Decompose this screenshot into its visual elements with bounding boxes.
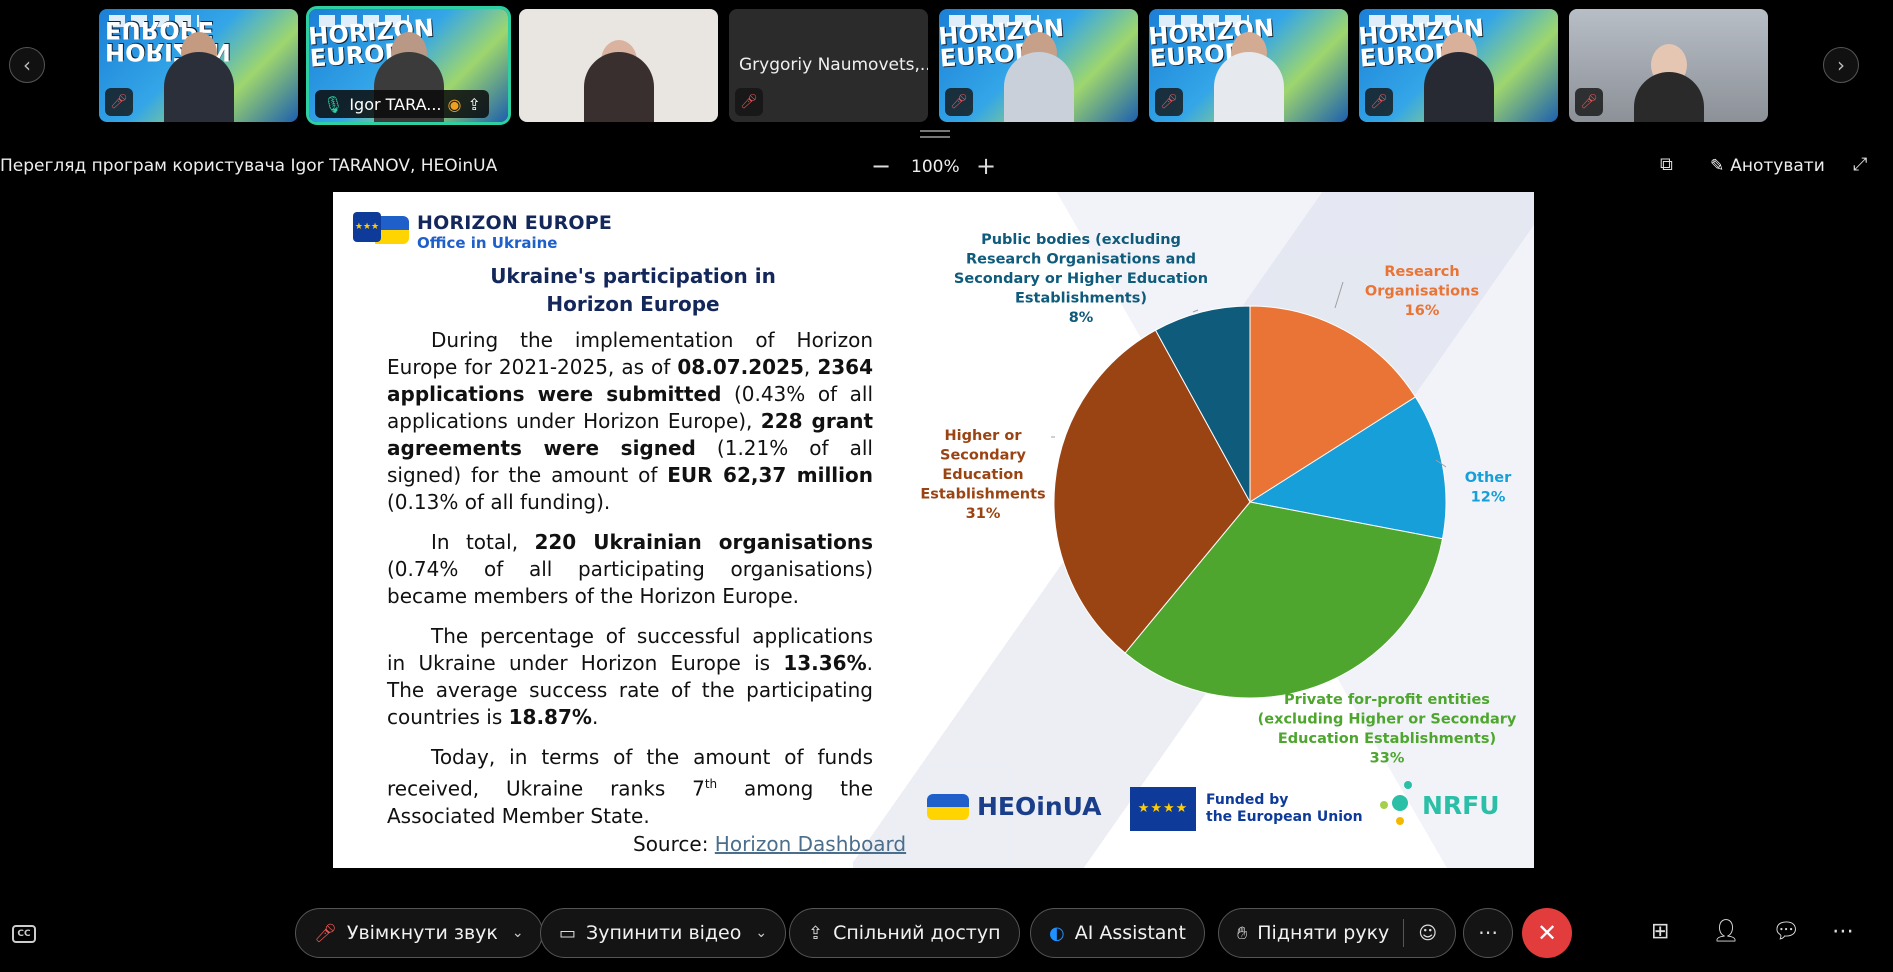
participant-strip: ‹ HORIZON EUROPE 🎤︎ HORIZON EUROPE 🎙︎ Ig… xyxy=(0,0,1893,130)
screen-share-toolbar: Перегляд програм користувача Igor TARANO… xyxy=(0,150,1893,184)
hand-icon: ✋︎ xyxy=(1237,922,1248,944)
participation-pie-chart: Research Organisations 16% Other 12% Private … xyxy=(920,232,1517,767)
participant-video xyxy=(1213,52,1284,122)
participant-tile[interactable]: HORIZON EUROPE 🎤︎ xyxy=(1359,9,1558,122)
mic-muted-icon: 🎤︎ xyxy=(1365,88,1393,116)
participant-video xyxy=(1633,72,1704,122)
apps-icon[interactable]: ⊞ xyxy=(1651,919,1669,944)
share-button[interactable]: ⇪ Спільний доступ xyxy=(789,908,1020,958)
unmute-button[interactable]: 🎤︎ Увімкнути звук ⌄ xyxy=(295,908,543,958)
pie-slice-label: Private for-profit entities (excluding Hi… xyxy=(1258,692,1517,767)
chat-icon[interactable]: 💬︎ xyxy=(1772,919,1800,944)
mic-muted-icon: 🎤︎ xyxy=(1155,88,1183,116)
heoinua-logo: HEOinUA xyxy=(927,792,1102,821)
cohost-icon: ◉ xyxy=(447,94,462,114)
stop-video-button[interactable]: ▭ Зупинити відео ⌄ xyxy=(540,908,787,958)
fullscreen-icon[interactable]: ⤢ xyxy=(1853,154,1867,175)
captions-icon[interactable]: CC xyxy=(12,925,36,943)
ai-assistant-button[interactable]: ◐ AI Assistant xyxy=(1030,908,1205,958)
annotate-button[interactable]: ✎ Анотувати xyxy=(1710,156,1825,176)
funded-by-eu-logo: ★★★★ Funded by the European Union xyxy=(1130,787,1363,831)
mic-on-icon: 🎙︎ xyxy=(323,94,344,114)
zoom-in-button[interactable]: + xyxy=(976,152,996,180)
participant-tile[interactable] xyxy=(519,9,718,122)
chevron-down-icon[interactable]: ⌄ xyxy=(512,925,524,941)
pie-slice-label: Higher or Secondary Education Establishment… xyxy=(920,428,1045,522)
pie-leader-line xyxy=(1192,309,1199,313)
participant-name: Grygoriy Naumovets,... xyxy=(739,55,928,75)
pie-slice-label: Other 12% xyxy=(1465,470,1512,506)
pen-icon: ✎ xyxy=(1710,156,1725,176)
participants-icon[interactable]: 👤︎ xyxy=(1712,919,1740,944)
reactions-icon[interactable]: ☺ xyxy=(1418,923,1437,944)
eu-flag-icon: ★★★★ xyxy=(1130,787,1196,831)
participant-video xyxy=(583,52,654,122)
participant-video xyxy=(163,52,234,122)
pie-leader-line xyxy=(1334,281,1344,309)
remote-control-icon[interactable]: ⧉ xyxy=(1660,154,1673,175)
participant-name: Igor TARA... xyxy=(349,94,442,114)
mic-muted-icon: 🎤︎ xyxy=(735,88,763,116)
leave-meeting-button[interactable]: ✕ xyxy=(1522,908,1572,958)
share-indicator-icon: ⇪ xyxy=(467,94,481,114)
share-screen-icon: ⇪ xyxy=(808,922,824,944)
more-panels-icon[interactable]: ⋯ xyxy=(1832,919,1854,944)
participant-tile[interactable]: Grygoriy Naumovets,... 🎤︎ xyxy=(729,9,928,122)
camera-icon: ▭ xyxy=(559,922,577,944)
participant-video xyxy=(1423,52,1494,122)
nrfu-logo: NRFU xyxy=(1378,777,1500,833)
strip-prev-arrow-icon[interactable]: ‹ xyxy=(9,47,45,83)
zoom-level: 100% xyxy=(911,157,960,177)
mic-muted-icon: 🎤︎ xyxy=(1575,88,1603,116)
strip-next-arrow-icon[interactable]: › xyxy=(1823,47,1859,83)
shared-slide: ★★★ HORIZON EUROPE Office in Ukraine Ukr… xyxy=(333,192,1534,868)
mic-muted-icon: 🎤︎ xyxy=(105,88,133,116)
participant-name-tag: 🎙︎ Igor TARA... ◉ ⇪ xyxy=(315,90,489,118)
participant-video xyxy=(1003,52,1074,122)
meeting-controls: CC 🎤︎ Увімкнути звук ⌄ ▭ Зупинити відео … xyxy=(0,905,1893,965)
pie-slice-label: Public bodies (excluding Research Organis… xyxy=(954,232,1208,326)
strip-resize-handle[interactable] xyxy=(920,130,950,138)
participant-tile-active-speaker[interactable]: HORIZON EUROPE 🎙︎ Igor TARA... ◉ ⇪ xyxy=(306,6,511,125)
zoom-out-button[interactable]: − xyxy=(871,152,891,180)
participant-tile[interactable]: 🎤︎ xyxy=(1569,9,1768,122)
more-options-button[interactable]: ⋯ xyxy=(1463,908,1513,958)
molecule-icon xyxy=(1378,777,1418,833)
participant-tile[interactable]: HORIZON EUROPE 🎤︎ xyxy=(939,9,1138,122)
mic-muted-icon: 🎤︎ xyxy=(314,922,337,944)
raise-hand-button[interactable]: ✋︎ Підняти руку ☺ xyxy=(1218,908,1457,958)
ai-assistant-icon: ◐ xyxy=(1049,922,1065,944)
participant-tile[interactable]: HORIZON EUROPE 🎤︎ xyxy=(1149,9,1348,122)
pie-slice-label: Research Organisations 16% xyxy=(1365,264,1479,319)
mic-muted-icon: 🎤︎ xyxy=(945,88,973,116)
share-title: Перегляд програм користувача Igor TARANO… xyxy=(0,156,498,176)
chevron-down-icon[interactable]: ⌄ xyxy=(755,925,767,941)
participant-tile[interactable]: HORIZON EUROPE 🎤︎ xyxy=(99,9,298,122)
